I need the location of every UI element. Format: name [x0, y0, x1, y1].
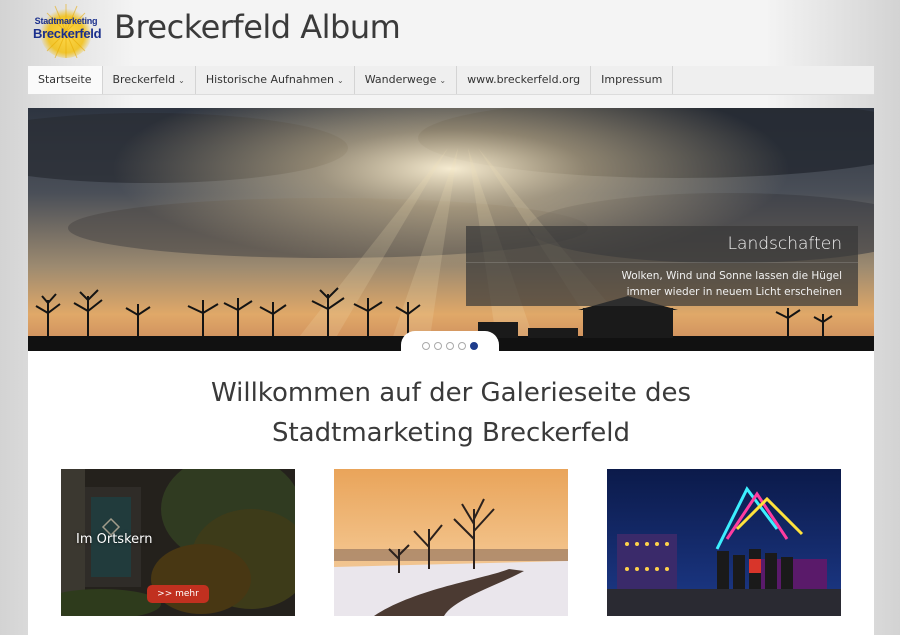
- slider-dot[interactable]: [422, 342, 430, 350]
- gallery-card-winter[interactable]: [334, 469, 568, 616]
- slider-dot-active[interactable]: [470, 342, 478, 350]
- welcome-heading: Willkommen auf der Galerieseite des Stad…: [28, 373, 874, 453]
- nav-item-historische-aufnahmen[interactable]: Historische Aufnahmen ⌄: [196, 66, 355, 94]
- hero-slider[interactable]: Landschaften Wolken, Wind und Sonne lass…: [28, 108, 874, 351]
- caption-divider: [466, 262, 858, 263]
- site-header: Stadtmarketing Breckerfeld Breckerfeld A…: [0, 0, 900, 62]
- nav-item-impressum[interactable]: Impressum: [591, 66, 674, 94]
- nav-item-label: Wanderwege: [364, 73, 437, 86]
- caption-text-line: immer wieder in neuem Licht erscheinen: [626, 286, 842, 298]
- chevron-down-icon: ⌄: [178, 76, 185, 85]
- slider-dot[interactable]: [458, 342, 466, 350]
- main-content: Landschaften Wolken, Wind und Sonne lass…: [28, 108, 874, 635]
- nav-item-label: Impressum: [601, 73, 663, 86]
- gallery-card-kirmes[interactable]: [607, 469, 841, 616]
- welcome-line1: Willkommen auf der Galerieseite des: [211, 378, 691, 408]
- nav-item-label: Startseite: [38, 73, 92, 86]
- site-title[interactable]: Breckerfeld Album: [114, 8, 401, 46]
- logo-text-line2: Breckerfeld: [33, 26, 102, 41]
- nav-item-label: Breckerfeld: [112, 73, 176, 86]
- main-nav: Startseite Breckerfeld ⌄ Historische Aufn…: [28, 66, 874, 95]
- slide-caption-text: Wolken, Wind und Sonne lassen die Hügel …: [482, 268, 842, 300]
- slider-pagination: [401, 331, 499, 351]
- welcome-line2: Stadtmarketing Breckerfeld: [271, 418, 630, 448]
- card-title: Im Ortskern: [76, 532, 153, 547]
- mehr-button[interactable]: >> mehr: [147, 585, 209, 603]
- slide-caption-title: Landschaften: [727, 234, 842, 254]
- chevron-down-icon: ⌄: [439, 76, 447, 85]
- caption-text-line: Wolken, Wind und Sonne lassen die Hügel: [621, 270, 842, 282]
- logo-text-line1: Stadtmarketing: [34, 16, 98, 26]
- card-image-kirmes: [607, 469, 841, 616]
- gallery-card-ortskern[interactable]: Im Ortskern >> mehr: [61, 469, 295, 616]
- nav-item-label: www.breckerfeld.org: [467, 73, 581, 86]
- slider-dot[interactable]: [446, 342, 454, 350]
- card-image-winter-road: [334, 469, 568, 616]
- stadtmarketing-logo[interactable]: Stadtmarketing Breckerfeld: [33, 2, 102, 58]
- chevron-down-icon: ⌄: [337, 76, 344, 85]
- nav-item-startseite[interactable]: Startseite: [28, 66, 103, 94]
- slide-caption: Landschaften Wolken, Wind und Sonne lass…: [466, 226, 858, 306]
- nav-item-breckerfeld[interactable]: Breckerfeld ⌄: [103, 66, 196, 94]
- slider-dot[interactable]: [434, 342, 442, 350]
- nav-item-breckerfeld-org[interactable]: www.breckerfeld.org: [457, 66, 592, 94]
- nav-item-wanderwege[interactable]: Wanderwege ⌄: [355, 66, 458, 94]
- nav-item-label: Historische Aufnahmen: [205, 73, 335, 86]
